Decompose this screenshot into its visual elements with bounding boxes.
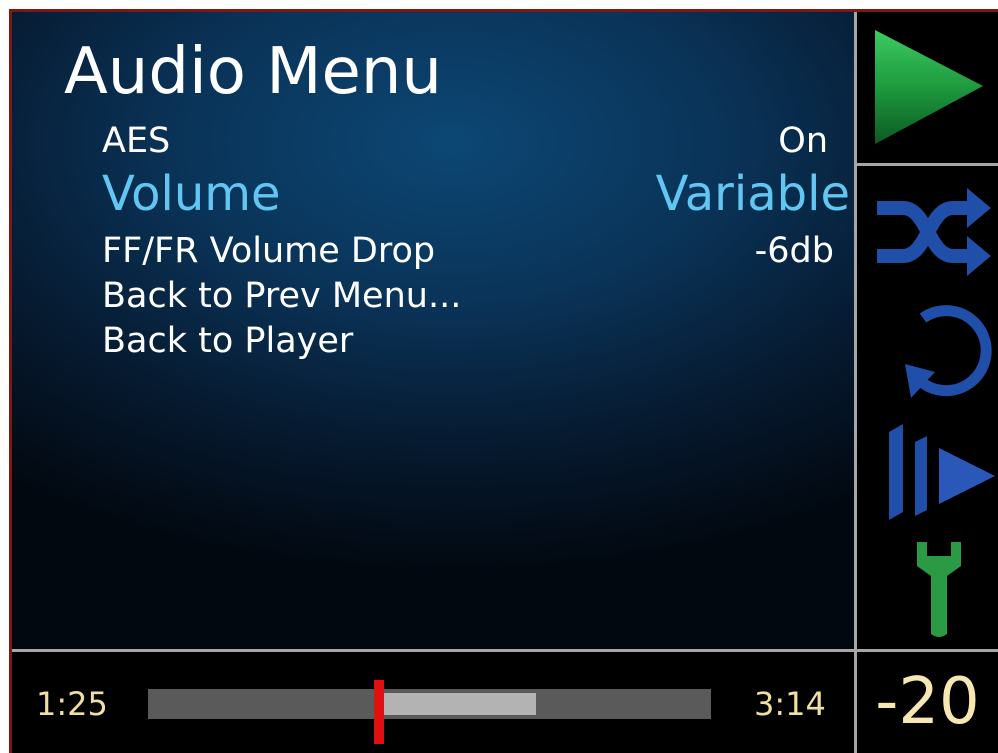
menu-item-value: -6db	[754, 231, 834, 271]
menu-item-ff-fr-volume-drop[interactable]: FF/FR Volume Drop -6db	[12, 234, 854, 270]
menu-item-label: FF/FR Volume Drop	[102, 231, 436, 271]
menu-item-volume[interactable]: Volume Variable	[12, 170, 854, 220]
playhead-marker[interactable]	[373, 680, 384, 744]
wrench-icon[interactable]	[913, 542, 965, 640]
repeat-icon[interactable]	[901, 302, 993, 402]
progress-bar-area: 1:25 3:14	[12, 652, 854, 753]
play-icon[interactable]	[871, 26, 987, 148]
menu-item-label: Back to Prev Menu...	[102, 276, 462, 316]
audio-menu-panel: Audio Menu AES On Volume Variable FF/FR …	[12, 12, 854, 649]
menu-item-back-to-prev-menu[interactable]: Back to Prev Menu...	[12, 279, 854, 315]
control-sidebar	[857, 12, 998, 649]
elapsed-time: 1:25	[36, 685, 108, 723]
total-time: 3:14	[754, 685, 826, 723]
progress-track[interactable]	[148, 689, 711, 719]
menu-item-label: Volume	[102, 166, 281, 222]
menu-title: Audio Menu	[64, 35, 442, 109]
menu-item-label: Back to Player	[102, 321, 354, 361]
skip-forward-icon[interactable]	[887, 424, 997, 520]
menu-item-back-to-player[interactable]: Back to Player	[12, 324, 854, 360]
menu-item-aes[interactable]: AES On	[12, 124, 854, 160]
menu-item-value: On	[778, 121, 828, 161]
buffered-range	[378, 693, 537, 715]
volume-level: -20	[875, 665, 980, 739]
menu-item-value: Variable	[655, 166, 850, 222]
menu-item-label: AES	[102, 121, 171, 161]
shuffle-icon[interactable]	[873, 182, 993, 282]
player-window: Audio Menu AES On Volume Variable FF/FR …	[9, 9, 998, 753]
